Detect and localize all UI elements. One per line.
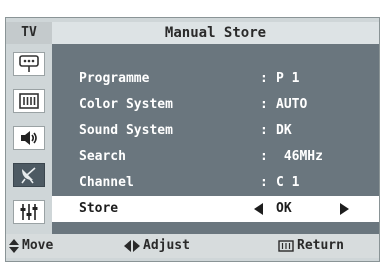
left-right-arrow-icon: [124, 240, 140, 252]
menu-row-separator: :: [260, 149, 268, 164]
right-arrow-icon[interactable]: [340, 203, 349, 215]
menu-row-value: P 1: [276, 71, 300, 86]
menu-row-color-system[interactable]: Color System : AUTO: [52, 92, 379, 118]
setup-sliders-icon: [20, 204, 38, 220]
setup-sliders-icon-tile[interactable]: [13, 200, 45, 224]
menu-row-label: Color System: [79, 97, 173, 112]
menu-row-sound-system[interactable]: Sound System : DK: [52, 118, 379, 144]
left-arrow-icon[interactable]: [254, 203, 263, 215]
footer-move-label: Move: [22, 238, 54, 253]
menu-icon: [278, 240, 294, 252]
menu-row-separator: :: [260, 71, 268, 86]
menu-row-label: Programme: [79, 71, 150, 86]
menu-row-channel[interactable]: Channel : C 1: [52, 170, 379, 196]
footer-help-bar: Move Adjust Return: [6, 234, 379, 258]
menu-row-separator: :: [260, 97, 268, 112]
menu-row-value: C 1: [276, 175, 300, 190]
tv-label: TV: [6, 22, 52, 44]
menu-row-value: AUTO: [276, 97, 308, 112]
channel-antenna-icon-tile[interactable]: [13, 163, 45, 187]
menu-row-value: DK: [276, 123, 292, 138]
menu-title: Manual Store: [164, 25, 267, 41]
picture-icon-tile[interactable]: [13, 89, 45, 113]
footer-return-label: Return: [297, 238, 344, 253]
footer-return: Return: [278, 234, 344, 258]
channel-antenna-icon: [21, 167, 36, 184]
sound-icon-tile[interactable]: [13, 126, 45, 150]
input-icon-tile[interactable]: [13, 52, 45, 76]
menu-row-separator: :: [260, 175, 268, 190]
up-down-arrow-icon: [9, 239, 19, 253]
menu-row-separator: :: [260, 123, 268, 138]
footer-adjust-label: Adjust: [143, 238, 190, 253]
menu-row-search[interactable]: Search : 46MHz: [52, 144, 379, 170]
menu-title-bar: Manual Store: [52, 22, 379, 44]
footer-move: Move: [9, 234, 53, 258]
menu-panel: Programme : P 1 Color System : AUTO Soun…: [52, 44, 379, 234]
menu-row-label: Store: [79, 201, 119, 216]
menu-row-label: Search: [79, 149, 126, 164]
category-icon-column: [6, 44, 52, 234]
menu-row-programme[interactable]: Programme : P 1: [52, 66, 379, 92]
sound-icon: [21, 131, 37, 145]
menu-row-store[interactable]: Store OK: [52, 196, 379, 222]
menu-row-value: 46MHz: [276, 149, 323, 164]
menu-row-label: Channel: [79, 175, 134, 190]
picture-icon: [19, 93, 39, 109]
menu-row-value: OK: [276, 201, 292, 216]
menu-row-label: Sound System: [79, 123, 173, 138]
footer-adjust: Adjust: [124, 234, 190, 258]
input-icon: [19, 55, 39, 72]
